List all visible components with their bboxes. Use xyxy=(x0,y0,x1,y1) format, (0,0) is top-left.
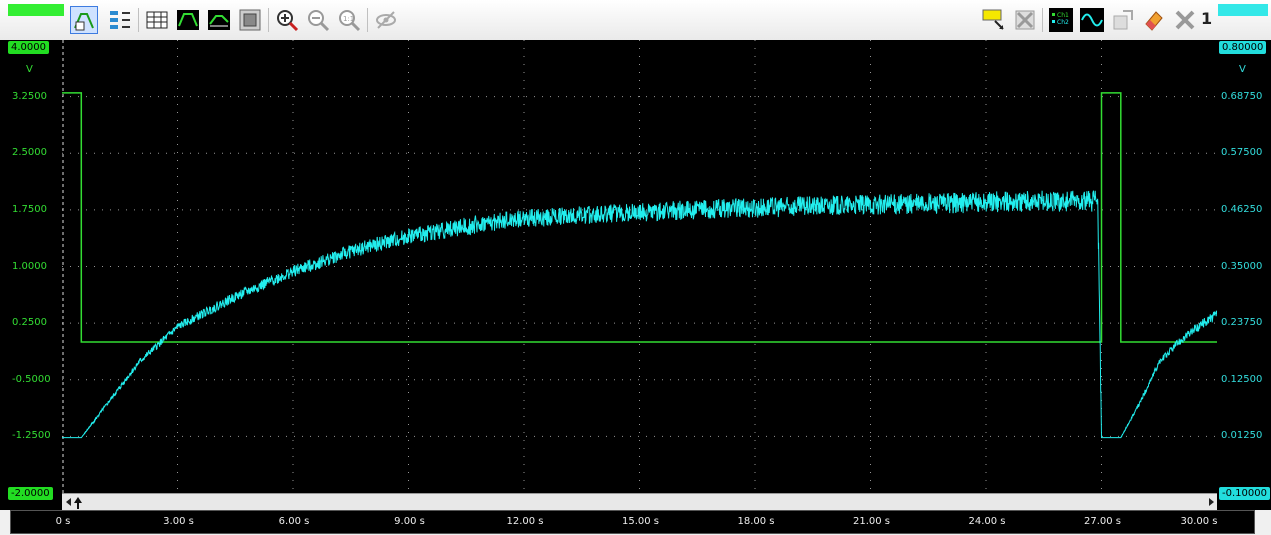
zoom-out-icon[interactable] xyxy=(304,6,332,34)
left-axis-tick-label: -2.0000 xyxy=(8,487,53,500)
waveform-view-icon[interactable] xyxy=(174,6,202,34)
x-axis-tick-label: 21.00 s xyxy=(852,516,891,527)
channel-legend-icon[interactable]: Ch1 Ch2 xyxy=(1047,6,1075,34)
left-axis-tick-label: 4.0000 xyxy=(8,41,49,54)
right-axis-unit: V xyxy=(1239,64,1246,75)
right-y-axis: 0.80000 0.68750 0.57500 0.46250 0.35000 0.237… xyxy=(1217,40,1271,510)
toolbar-separator xyxy=(1042,8,1043,32)
right-axis-tick-label: 0.68750 xyxy=(1221,90,1263,102)
hide-view-icon[interactable] xyxy=(372,6,400,34)
table-view-icon[interactable] xyxy=(143,6,171,34)
zoom-full-icon[interactable]: 1:1 xyxy=(335,6,363,34)
x-axis-tick-label: 3.00 s xyxy=(163,516,194,527)
close-icon[interactable] xyxy=(1171,6,1199,34)
toolbar-separator xyxy=(138,8,139,32)
toolbar-separator xyxy=(367,8,368,32)
left-axis-tick-label: 2.5000 xyxy=(12,147,47,159)
average-view-icon[interactable] xyxy=(205,6,233,34)
right-axis-tick-label: 0.35000 xyxy=(1221,260,1263,272)
delete-view-icon[interactable] xyxy=(1011,6,1039,34)
zoom-in-icon[interactable] xyxy=(273,6,301,34)
legend-ch2: Ch2 xyxy=(1057,19,1069,26)
left-y-axis: 4.0000 3.2500 2.5000 1.7500 1.0000 0.2500 -0.5… xyxy=(0,40,62,510)
view-count: 1 xyxy=(1201,9,1213,28)
toolbar-separator xyxy=(268,8,269,32)
right-axis-tick-label: 0.01250 xyxy=(1221,430,1263,442)
x-axis-tick-label: 24.00 s xyxy=(968,516,1006,527)
left-axis-tick-label: 3.2500 xyxy=(12,90,47,102)
fit-view-icon[interactable] xyxy=(236,6,264,34)
right-axis-tick-label: 0.12500 xyxy=(1221,373,1263,385)
comment-icon[interactable] xyxy=(980,6,1008,34)
channel1-tab[interactable] xyxy=(8,4,64,16)
time-scrollbar[interactable] xyxy=(62,493,1217,511)
plot-svg xyxy=(62,40,1217,493)
left-axis-tick-label: 0.2500 xyxy=(12,317,47,329)
scroll-right-icon[interactable] xyxy=(1209,498,1214,506)
svg-text:1:1: 1:1 xyxy=(343,15,354,23)
toolbar: 1:1 Ch1 Ch2 1 xyxy=(0,0,1271,41)
right-axis-tick-label: 0.46250 xyxy=(1221,203,1263,215)
left-axis-tick-label: -0.5000 xyxy=(12,373,51,385)
channel2-tab[interactable] xyxy=(1218,4,1268,16)
channel-settings-icon[interactable] xyxy=(106,6,134,34)
right-axis-tick-label: 0.57500 xyxy=(1221,147,1263,159)
plot-area[interactable] xyxy=(62,40,1217,493)
left-axis-unit: V xyxy=(26,64,33,75)
scrollbar-svg xyxy=(66,497,1214,509)
x-axis-tick-label: 15.00 s xyxy=(621,516,660,527)
x-axis-tick-label: 18.00 s xyxy=(737,516,775,527)
x-axis-tick-label: 12.00 s xyxy=(506,516,544,527)
signal-icon[interactable] xyxy=(1078,6,1106,34)
left-axis-tick-label: 1.7500 xyxy=(12,203,47,215)
x-axis-tick-label: 27.00 s xyxy=(1083,516,1122,527)
left-axis-tick-label: -1.2500 xyxy=(12,430,51,442)
x-axis-tick-label: 0 s xyxy=(55,516,71,527)
x-axis-tick-label: 30.00 s xyxy=(1180,516,1218,527)
trigger-view-icon[interactable] xyxy=(70,6,98,34)
eraser-icon[interactable] xyxy=(1140,6,1168,34)
right-axis-tick-label: 0.80000 xyxy=(1219,41,1267,54)
right-axis-tick-label: -0.10000 xyxy=(1219,487,1270,500)
legend-ch1: Ch1 xyxy=(1057,12,1069,19)
right-axis-tick-label: 0.23750 xyxy=(1221,317,1263,329)
x-axis-tick-label: 9.00 s xyxy=(394,516,425,527)
scroll-left-icon[interactable] xyxy=(66,498,71,506)
left-axis-tick-label: 1.0000 xyxy=(12,260,47,272)
x-axis-tick-label: 6.00 s xyxy=(278,516,310,527)
x-axis: 0 s 3.00 s 6.00 s 9.00 s 12.00 s 15.00 s 18.00… xyxy=(10,510,1255,534)
maximize-icon[interactable] xyxy=(1109,6,1137,34)
